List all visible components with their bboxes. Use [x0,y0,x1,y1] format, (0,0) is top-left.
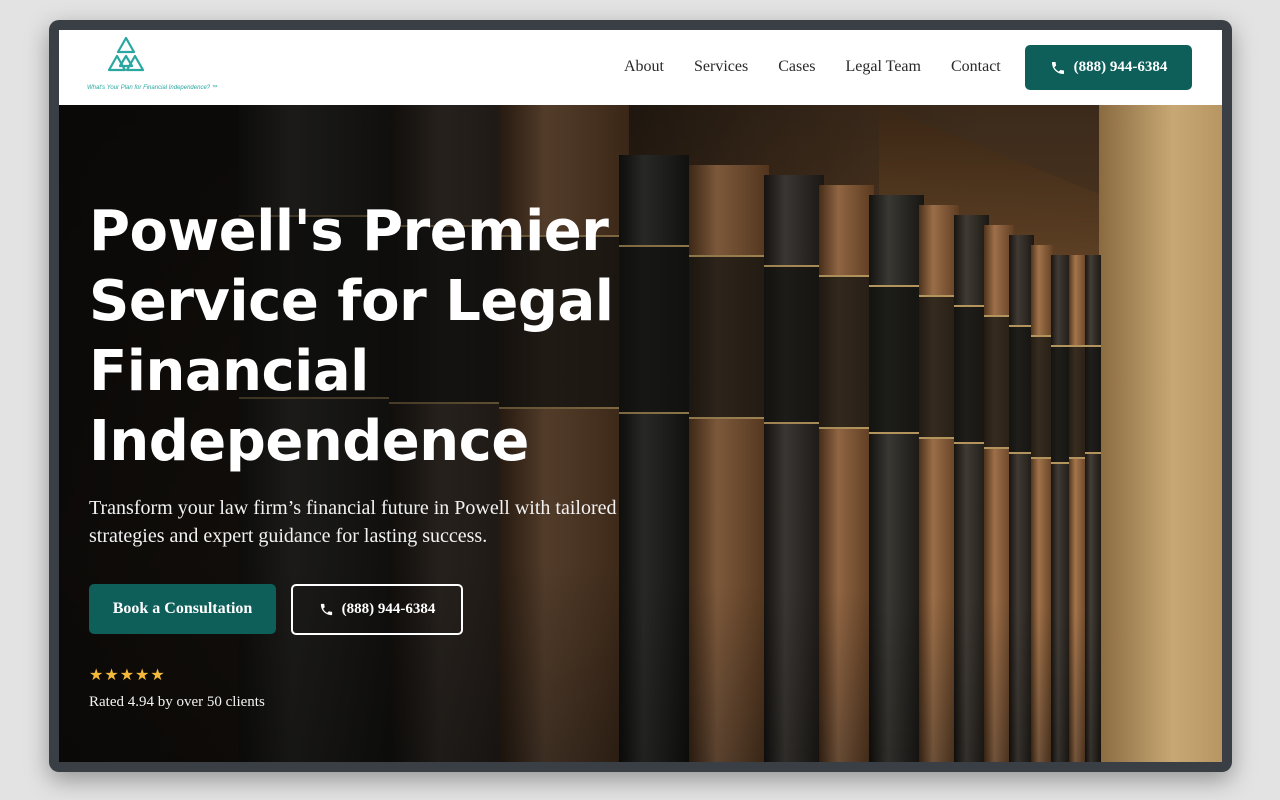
hero-section: Powell's Premier Service for Legal Finan… [59,105,1222,762]
logo-triangles-icon [107,36,145,72]
nav-cases[interactable]: Cases [778,58,815,76]
main-nav: About Services Cases Legal Team Contact [624,58,1031,76]
nav-contact[interactable]: Contact [951,58,1001,76]
nav-legal-team[interactable]: Legal Team [846,58,921,76]
nav-services[interactable]: Services [694,58,748,76]
phone-icon [320,603,332,616]
rating-text: Rated 4.94 by over 50 clients [89,694,265,710]
hero-phone-button[interactable]: (888) 944-6384 [291,584,463,635]
rating-stars: ★★★★★ [89,665,166,684]
phone-icon [1051,61,1064,74]
site-logo[interactable]: What's Your Plan for Financial Independe… [87,36,237,96]
hero-title: Powell's Premier Service for Legal Finan… [89,199,614,474]
browser-frame: What's Your Plan for Financial Independe… [49,20,1232,772]
header-phone-button[interactable]: (888) 944-6384 [1025,45,1192,90]
page-viewport: What's Your Plan for Financial Independe… [59,30,1222,762]
nav-about[interactable]: About [624,58,664,76]
site-header: What's Your Plan for Financial Independe… [59,30,1222,105]
logo-tagline: What's Your Plan for Financial Independe… [87,85,218,91]
header-phone-label: (888) 944-6384 [1073,59,1168,75]
hero-phone-label: (888) 944-6384 [341,601,436,617]
book-consultation-button[interactable]: Book a Consultation [89,584,276,634]
hero-subtitle: Transform your law firm’s financial futu… [89,497,617,547]
